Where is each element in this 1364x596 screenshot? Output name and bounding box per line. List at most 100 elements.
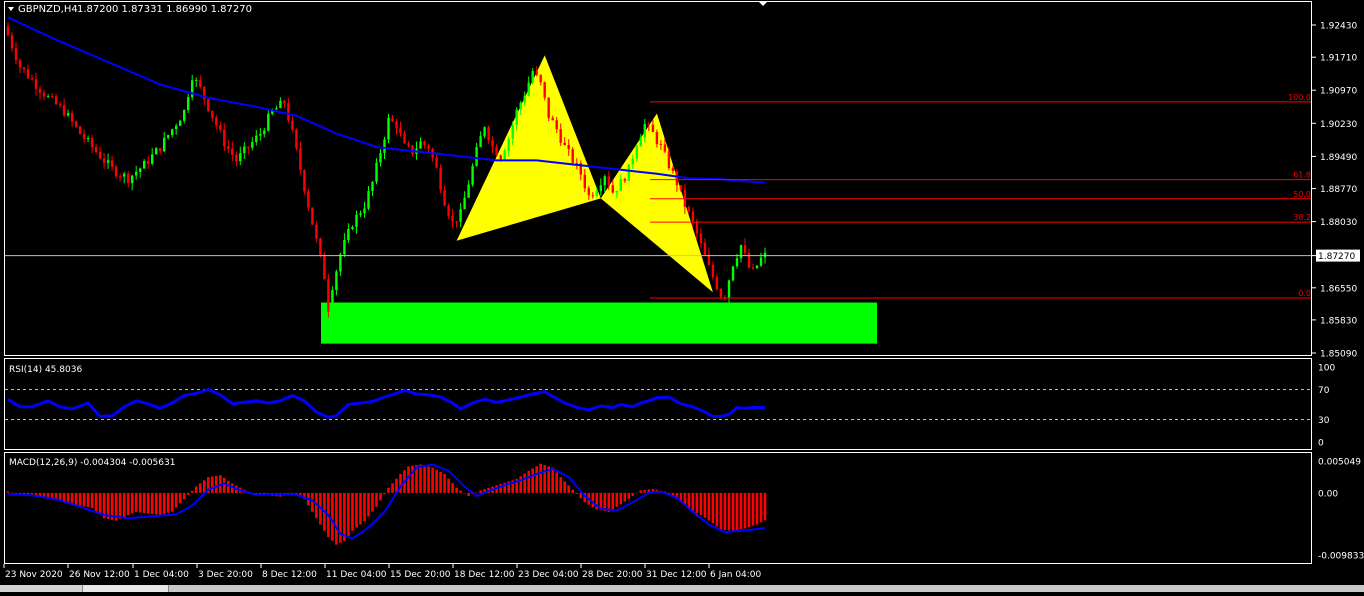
chart-tab-active[interactable] (83, 585, 169, 592)
macd-histogram-bar (146, 492, 150, 514)
candle-body (411, 145, 414, 154)
candle-body (167, 135, 170, 138)
candle-body (587, 188, 590, 196)
candle-body (211, 110, 214, 118)
candle-body (647, 124, 650, 125)
trading-chart-window[interactable]: 100.0 61.8 50.0 38.2 0.0 1.92430 1.91710 1.909… (0, 0, 1364, 592)
macd-histogram-bar (186, 492, 190, 495)
macd-histogram-bar (199, 483, 202, 493)
macd-histogram-bar (527, 470, 530, 493)
macd-histogram-bar (162, 492, 166, 514)
macd-histogram-bar (215, 475, 218, 493)
macd-histogram-bar (519, 476, 522, 493)
candle-body (651, 124, 655, 132)
macd-histogram-bar (194, 486, 198, 493)
candle-body (391, 117, 394, 122)
rsi-tick-label: 0 (1318, 439, 1324, 449)
macd-histogram-bar (627, 492, 631, 499)
time-tick-label: 8 Dec 12:00 (262, 570, 317, 580)
candle-body (263, 130, 266, 135)
candle-body (695, 221, 699, 234)
chart-canvas[interactable]: 100.0 61.8 50.0 38.2 0.0 1.92430 1.91710 1.909… (0, 0, 1364, 592)
macd-histogram-bar (459, 490, 462, 493)
macd-histogram-bar (70, 492, 74, 504)
candle-body (551, 117, 554, 121)
candle-body (667, 151, 671, 168)
macd-histogram-bar (535, 466, 538, 493)
candle-body (423, 141, 426, 146)
candle-body (147, 161, 150, 164)
macd-histogram-bar (94, 492, 98, 512)
candle-body (407, 143, 410, 146)
candle-body (691, 211, 695, 221)
candle-body (267, 113, 270, 131)
macd-histogram-bar (343, 492, 346, 541)
candle-body (755, 265, 759, 269)
candle-body (231, 148, 234, 155)
candle-body (86, 138, 90, 140)
candle-body (659, 143, 663, 145)
price-tick-label: 1.88770 (1320, 185, 1357, 195)
candle-body (223, 129, 226, 147)
macd-histogram-bar (643, 489, 647, 493)
macd-histogram-bar (371, 492, 374, 512)
candle-body (367, 191, 370, 209)
macd-histogram-bar (443, 473, 446, 493)
candle-body (655, 132, 659, 144)
candle-body (279, 100, 282, 108)
candle-body (511, 125, 514, 139)
fib-level-label: 38.2 (1293, 213, 1311, 222)
candle-body (699, 233, 703, 243)
price-tick-label: 1.90230 (1320, 120, 1357, 130)
candle-body (627, 164, 630, 181)
macd-histogram-bar (467, 492, 470, 497)
candle-body (143, 161, 146, 169)
macd-histogram-bar (699, 492, 703, 515)
macd-histogram-bar (427, 466, 430, 493)
candle-body (235, 154, 238, 162)
candle-body (599, 185, 602, 192)
candle-body (275, 108, 278, 110)
candle-body (110, 160, 114, 167)
candle-body (114, 166, 118, 177)
candle-body (14, 48, 18, 61)
rsi-tick-label: 70 (1318, 386, 1330, 396)
macd-histogram-bar (122, 492, 126, 517)
candle-body (455, 221, 458, 223)
time-tick-label: 31 Dec 12:00 (646, 570, 707, 580)
candle-body (6, 26, 10, 36)
time-tick-label: 11 Dec 04:00 (326, 570, 387, 580)
chart-tab[interactable] (0, 585, 83, 592)
candle-body (42, 92, 46, 97)
candle-body (311, 207, 314, 225)
macd-histogram-bar (211, 476, 214, 493)
candle-body (335, 271, 338, 291)
candle-body (259, 134, 262, 136)
candle-body (359, 213, 362, 215)
candle-body (62, 105, 66, 116)
candle-body (419, 141, 422, 149)
candle-body (371, 181, 374, 192)
candle-body (131, 175, 134, 184)
candle-body (343, 240, 346, 255)
macd-histogram-bar (611, 492, 615, 510)
candle-body (351, 227, 354, 229)
candle-body (183, 110, 186, 121)
candle-body (671, 168, 675, 171)
macd-histogram-bar (375, 492, 378, 507)
macd-histogram-bar (351, 492, 354, 531)
candle-body (623, 179, 626, 181)
candle-body (227, 146, 230, 149)
macd-histogram-bar (379, 492, 382, 501)
candle-body (507, 138, 510, 151)
candle-body (595, 191, 598, 196)
macd-histogram-bar (178, 492, 182, 504)
macd-histogram-bar (563, 481, 566, 493)
price-tick-label: 1.88030 (1320, 218, 1357, 228)
candle-body (123, 173, 126, 177)
demand-zone-rect[interactable] (321, 302, 877, 344)
macd-histogram-bar (98, 492, 102, 515)
candle-body (215, 117, 218, 126)
candle-body (543, 82, 546, 98)
candle-body (163, 137, 166, 152)
